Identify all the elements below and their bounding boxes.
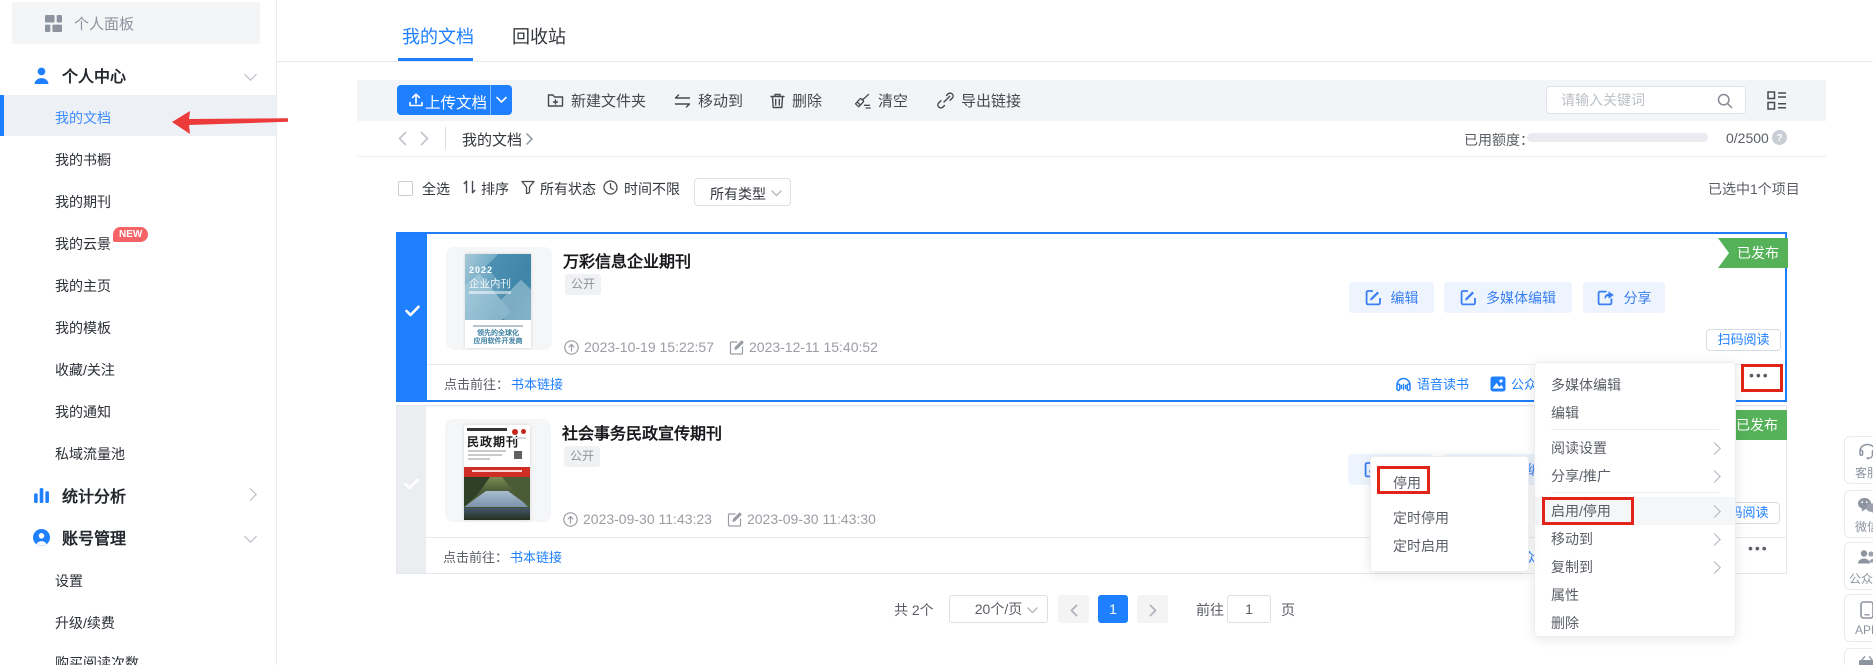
svg-text:?: ?	[1776, 133, 1782, 144]
